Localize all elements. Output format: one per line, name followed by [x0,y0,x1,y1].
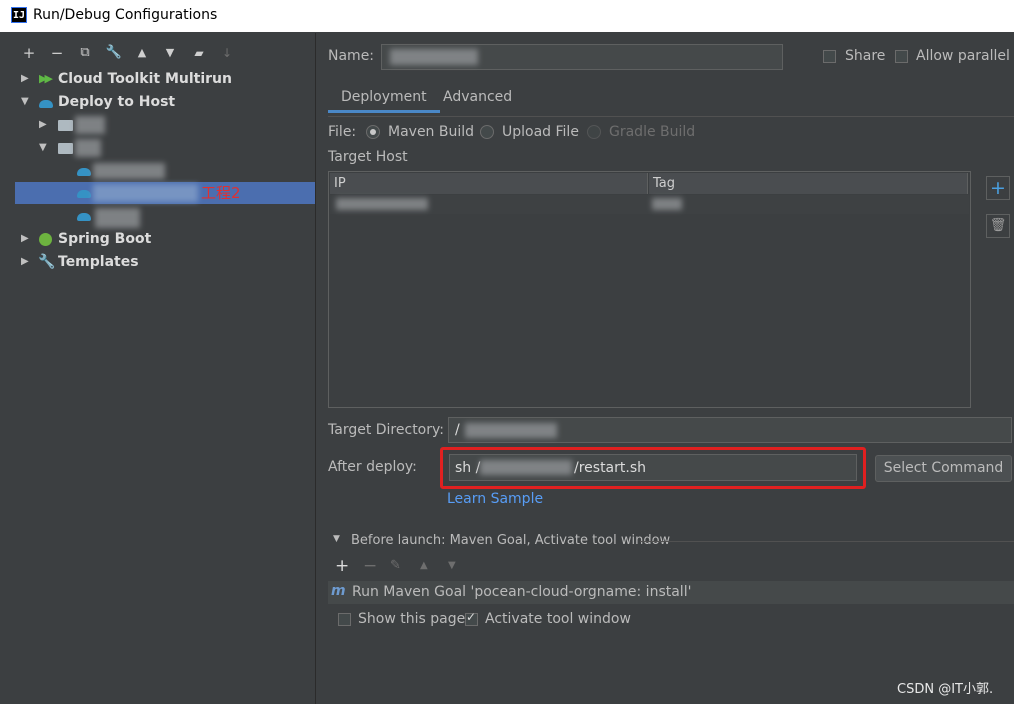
add-icon[interactable]: + [18,40,40,66]
window-title-bar: IJ Run/Debug Configurations [0,0,1014,32]
expand-arrow-icon[interactable]: ▶ [21,68,29,90]
tree-item-deploy-to-host[interactable]: ▼ Deploy to Host [15,91,315,113]
remove-icon[interactable]: − [46,40,68,66]
redacted-label [75,139,101,157]
target-directory-label: Target Directory: [328,422,444,438]
maven-build-radio[interactable] [366,125,380,139]
target-host-label: Target Host [328,149,408,165]
share-checkbox[interactable] [823,50,836,63]
show-this-page-checkbox[interactable] [338,613,351,626]
allow-parallel-label: Allow parallel r [916,48,1014,64]
folder-icon [58,143,73,154]
redacted-label [95,208,140,228]
annotation-label: 工程2 [201,184,241,202]
tab-advanced[interactable]: Advanced [443,89,512,105]
intellij-app-icon: IJ [11,7,27,23]
learn-sample-link[interactable]: Learn Sample [447,491,543,507]
redacted-value [390,49,478,65]
collapse-arrow-icon[interactable]: ▼ [333,534,340,544]
redacted-label [93,184,198,202]
expand-arrow-icon[interactable]: ▶ [21,228,29,250]
tab-divider [328,116,1014,117]
maven-icon: m [331,583,346,599]
redacted-label [75,116,105,134]
redacted-label [93,163,165,179]
gradle-build-radio[interactable] [587,125,601,139]
spring-boot-icon [39,233,52,246]
after-deploy-prefix: sh / [455,460,481,476]
allow-parallel-checkbox[interactable] [895,50,908,63]
tree-item-label: Deploy to Host [58,94,176,110]
move-down-icon[interactable]: ▼ [448,560,456,571]
tree-toolbar: + − ⧉ 🔧 ▲ ▼ ▰ ↓ [15,40,315,66]
add-host-button[interactable]: + [986,176,1010,200]
file-label: File: [328,124,357,140]
collapse-arrow-icon[interactable]: ▼ [21,91,29,113]
move-up-icon[interactable]: ▲ [420,560,428,571]
trash-icon[interactable]: 🗑 [986,214,1010,238]
cloud-icon [77,213,91,221]
edit-task-icon[interactable]: ✎ [390,558,401,573]
after-deploy-label: After deploy: [328,459,417,475]
expand-arrow-icon[interactable]: ▶ [21,251,29,273]
before-launch-task-label: Run Maven Goal 'pocean-cloud-orgname: in… [352,584,692,600]
share-label: Share [845,48,886,64]
add-task-icon[interactable]: + [335,556,349,576]
collapse-arrow-icon[interactable]: ▼ [39,137,47,159]
tree-item-label: Spring Boot [58,231,152,247]
after-deploy-suffix: /restart.sh [574,460,647,476]
cloud-icon [77,168,91,176]
redacted-path [480,460,572,475]
cloud-icon [39,100,53,108]
name-label: Name: [328,48,375,64]
tree-item-host-selected[interactable]: 工程2 [15,182,315,204]
redacted-ip [336,198,428,210]
before-launch-label[interactable]: Before launch: Maven Goal, Activate tool… [351,533,670,548]
activate-tool-window-checkbox[interactable] [465,610,478,626]
tree-item-spring-boot[interactable]: ▶ Spring Boot [15,228,315,250]
multirun-icon: ▶▶ [39,72,53,85]
tab-deployment[interactable]: Deployment [328,89,440,113]
sort-icon[interactable]: ↓ [216,40,238,66]
target-host-table: IP Tag [328,171,971,408]
target-directory-field[interactable]: / [448,417,1012,443]
expand-arrow-icon[interactable]: ▶ [39,114,47,136]
tree-item-host-1[interactable] [15,160,315,182]
watermark-text: CSDN @IT小郭. [897,682,994,697]
window-title: Run/Debug Configurations [33,7,218,23]
move-down-icon[interactable]: ▼ [159,40,181,66]
table-row[interactable] [330,195,969,214]
folder-icon [58,120,73,131]
cloud-icon [77,190,91,198]
redacted-path [465,423,557,438]
upload-file-label: Upload File [502,124,579,140]
tree-item-label: Cloud Toolkit Multirun [58,71,232,87]
remove-task-icon[interactable]: − [363,556,377,576]
target-directory-value: / [455,422,460,438]
maven-build-label: Maven Build [388,124,475,140]
column-header-ip[interactable]: IP [330,173,648,194]
tree-item-label: Templates [58,254,139,270]
tree-item-templates[interactable]: ▶ 🔧 Templates [15,251,315,273]
upload-file-radio[interactable] [480,125,494,139]
redacted-tag [652,198,682,210]
show-this-page-label: Show this page [358,611,466,627]
section-divider [640,541,1014,542]
column-header-tag[interactable]: Tag [649,173,968,194]
gradle-build-label: Gradle Build [609,124,696,140]
tree-item-host-3[interactable] [15,205,315,228]
wrench-icon[interactable]: 🔧 [103,40,125,66]
tree-item-cloud-toolkit[interactable]: ▶ ▶▶ Cloud Toolkit Multirun [15,68,315,90]
before-launch-task-row[interactable]: m Run Maven Goal 'pocean-cloud-orgname: … [328,581,1014,604]
name-field[interactable] [381,44,783,70]
wrench-icon: 🔧 [38,254,56,270]
tree-item-folder-1[interactable]: ▶ [15,114,315,136]
after-deploy-field[interactable]: sh / /restart.sh [449,454,857,481]
tree-item-folder-2[interactable]: ▼ [15,137,315,159]
copy-icon[interactable]: ⧉ [74,40,96,66]
move-up-icon[interactable]: ▲ [131,40,153,66]
select-command-button[interactable]: Select Command [875,455,1012,482]
activate-tool-window-label: Activate tool window [485,611,631,627]
new-folder-icon[interactable]: ▰ [188,40,210,66]
